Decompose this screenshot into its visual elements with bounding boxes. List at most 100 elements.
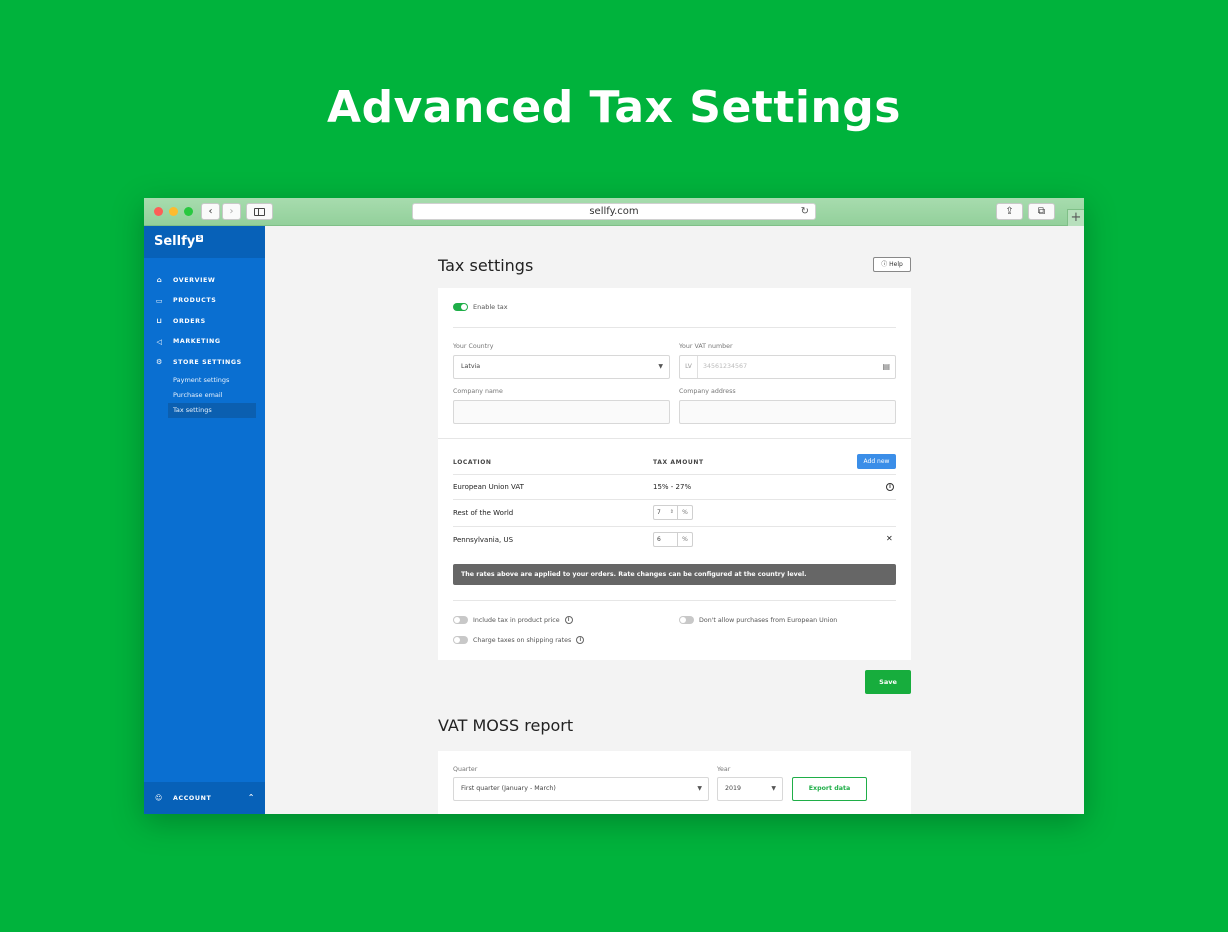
company-name-label: Company name <box>453 388 503 395</box>
tabs-icon: ⧉ <box>1037 206 1046 217</box>
maximize-window-button[interactable] <box>184 207 193 216</box>
percent-unit: % <box>682 536 688 543</box>
sidebar-item-label: ORDERS <box>173 317 206 325</box>
id-card-icon: ▤ <box>882 362 890 371</box>
address-bar[interactable]: sellfy.com ↻ <box>412 203 816 220</box>
company-name-input[interactable] <box>453 400 670 424</box>
sidebar-item-label: OVERVIEW <box>173 276 216 284</box>
tax-row-amount: 15% - 27% <box>653 483 692 491</box>
share-icon: ⇪ <box>1005 206 1014 217</box>
year-select[interactable]: 2019 ▼ <box>717 777 783 801</box>
country-value: Latvia <box>461 363 481 370</box>
tax-rate-input[interactable]: 7 ⇕ % <box>653 505 693 520</box>
tax-rate-input[interactable]: 6 % <box>653 532 693 547</box>
year-value: 2019 <box>725 785 742 792</box>
sidebar-item-label: MARKETING <box>173 338 221 346</box>
include-tax-label: Include tax in product price <box>473 616 560 624</box>
stepper-icon[interactable]: ⇕ <box>670 506 674 519</box>
folder-icon: ▭ <box>155 296 164 305</box>
sidebar-item-orders[interactable]: ⊔ ORDERS <box>144 311 265 332</box>
tax-row-location: European Union VAT <box>453 483 524 491</box>
divider <box>453 499 896 500</box>
tax-settings-card: Enable tax Your Country Latvia ▼ Your VA… <box>438 288 911 660</box>
close-icon[interactable]: ✕ <box>886 534 893 543</box>
column-header-tax-amount: TAX AMOUNT <box>653 459 704 466</box>
tax-row-location: Pennsylvania, US <box>453 536 514 544</box>
user-icon: ☺ <box>155 794 163 802</box>
company-address-input[interactable] <box>679 400 896 424</box>
back-button[interactable]: ‹ <box>201 203 220 220</box>
window-controls <box>154 207 193 216</box>
sidebar-item-overview[interactable]: ⌂ OVERVIEW <box>144 270 265 291</box>
account-menu[interactable]: ☺ ACCOUNT ⌃ <box>144 782 265 814</box>
caret-down-icon: ▼ <box>658 363 663 370</box>
gear-icon: ⚙ <box>156 358 163 367</box>
no-eu-toggle[interactable] <box>679 616 694 624</box>
vat-placeholder: 34561234567 <box>703 363 748 370</box>
forward-button[interactable]: › <box>222 203 241 220</box>
country-label: Your Country <box>453 343 494 350</box>
country-select[interactable]: Latvia ▼ <box>453 355 670 379</box>
caret-down-icon: ▼ <box>771 785 776 792</box>
account-label: ACCOUNT <box>173 794 212 802</box>
minimize-window-button[interactable] <box>169 207 178 216</box>
enable-tax-label: Enable tax <box>473 303 508 311</box>
info-icon: ⓘ <box>881 261 888 268</box>
plus-icon: + <box>1070 210 1082 225</box>
sidebar-item-marketing[interactable]: ◁ MARKETING <box>144 332 265 353</box>
divider <box>453 600 896 601</box>
charge-shipping-label: Charge taxes on shipping rates <box>473 636 572 644</box>
sidebar-item-label: STORE SETTINGS <box>173 358 242 366</box>
new-tab-button[interactable]: + <box>1067 209 1084 226</box>
help-label: Help <box>889 261 903 268</box>
include-tax-toggle[interactable] <box>453 616 468 624</box>
add-new-button[interactable]: Add new <box>857 454 896 469</box>
enable-tax-toggle[interactable] <box>453 303 468 311</box>
vat-number-input[interactable]: LV 34561234567 ▤ <box>679 355 896 379</box>
quarter-value: First quarter (January - March) <box>461 785 556 792</box>
tabs-button[interactable]: ⧉ <box>1028 203 1055 220</box>
sidebar-subitem-payment-settings[interactable]: Payment settings <box>168 373 256 388</box>
caret-down-icon: ▼ <box>697 785 702 792</box>
share-button[interactable]: ⇪ <box>996 203 1023 220</box>
megaphone-icon: ◁ <box>156 337 163 346</box>
divider <box>453 474 896 475</box>
company-address-label: Company address <box>679 388 736 395</box>
sidebar-subitem-purchase-email[interactable]: Purchase email <box>168 388 256 403</box>
main-content: Tax settings ⓘ Help Enable tax Your Coun… <box>265 226 1084 814</box>
quarter-select[interactable]: First quarter (January - March) ▼ <box>453 777 709 801</box>
info-icon[interactable]: i <box>564 616 573 624</box>
chevron-left-icon: ‹ <box>208 206 213 217</box>
sidebar-item-products[interactable]: ▭ PRODUCTS <box>144 291 265 312</box>
enable-tax-row: Enable tax <box>453 303 508 311</box>
sidebar-item-store-settings[interactable]: ⚙ STORE SETTINGS <box>144 352 265 373</box>
reload-icon[interactable]: ↻ <box>801 204 809 219</box>
charge-shipping-toggle[interactable] <box>453 636 468 644</box>
browser-toolbar: ‹ › sellfy.com ↻ ⇪ ⧉ + <box>144 198 1084 226</box>
charge-shipping-option: Charge taxes on shipping rates i <box>453 636 585 644</box>
logo-text: Sellfy <box>154 234 196 249</box>
include-tax-option: Include tax in product price i <box>453 616 573 624</box>
info-icon[interactable]: i <box>576 636 585 644</box>
export-data-button[interactable]: Export data <box>792 777 867 801</box>
sidebar-toggle-button[interactable] <box>246 203 273 220</box>
sidebar-subitem-tax-settings[interactable]: Tax settings <box>168 402 256 418</box>
section-title: VAT MOSS report <box>438 716 574 735</box>
info-icon[interactable]: i <box>886 483 894 491</box>
home-icon: ⌂ <box>156 276 163 285</box>
divider <box>453 327 896 328</box>
column-header-location: LOCATION <box>453 459 492 466</box>
logo-badge: S <box>196 235 204 242</box>
help-button[interactable]: ⓘ Help <box>873 257 911 272</box>
page-title: Tax settings <box>438 256 534 275</box>
close-window-button[interactable] <box>154 207 163 216</box>
save-button[interactable]: Save <box>865 670 911 694</box>
rates-notice: The rates above are applied to your orde… <box>453 564 896 585</box>
logo[interactable]: Sellfy S <box>144 226 265 258</box>
tax-rate-value: 7 <box>657 509 661 516</box>
sidebar-nav: ⌂ OVERVIEW ▭ PRODUCTS ⊔ ORDERS ◁ MARKETI… <box>144 258 265 418</box>
no-eu-option: Don't allow purchases from European Unio… <box>679 616 837 624</box>
vat-moss-card: Quarter First quarter (January - March) … <box>438 751 911 814</box>
hero-title: Advanced Tax Settings <box>327 82 901 133</box>
no-eu-label: Don't allow purchases from European Unio… <box>699 616 838 624</box>
